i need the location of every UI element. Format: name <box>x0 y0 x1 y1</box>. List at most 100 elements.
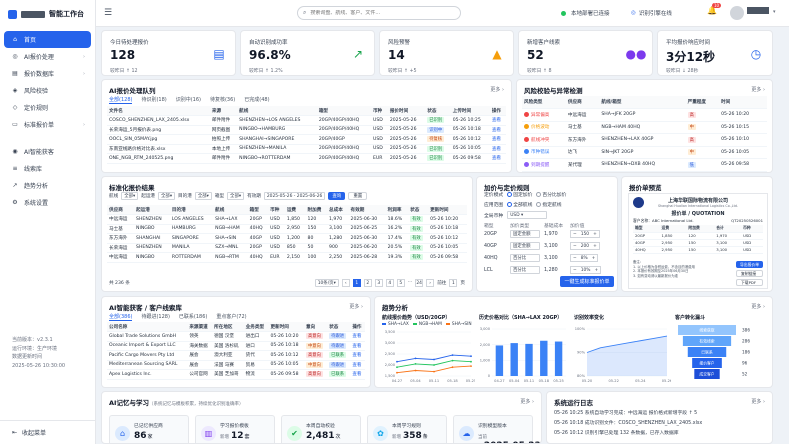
sidebar-item-5[interactable]: ▭ 标准报价单 › <box>4 116 91 133</box>
view-link[interactable]: 查看 <box>352 334 361 339</box>
kpi-card[interactable]: 自动识别成功率 96.8% 较昨日 ↑ 1.2% ↗ <box>240 30 375 76</box>
sidebar-item-8[interactable]: ↗ 趋势分析 <box>4 177 91 194</box>
kpi-card[interactable]: 平均报价响应时间 3分12秒 较昨日 ↓ 28秒 ◷ <box>657 30 773 76</box>
chevron-down-icon[interactable]: ▾ <box>773 9 776 15</box>
plus-icon[interactable]: + <box>591 244 599 249</box>
table-row[interactable]: 长荣海运_5月报价表.png 网页截图 NINGBO→HAMBURG 20GP/40G… <box>107 125 506 135</box>
view-link[interactable]: 查看 <box>492 147 501 152</box>
learning-card[interactable]: ✿ 本周学习规则 新增 358条 <box>367 415 447 443</box>
table-row[interactable]: 异常偏高 中远海运 SHA→JFK 20GP 高 05-26 10:20 <box>522 109 767 121</box>
table-row[interactable]: 东南亚线路价格对比表.xlsx 本地上传 SHENZHEN→MANILA 20GP/4… <box>107 144 506 154</box>
page-size-select[interactable]: 10条/页 ▾ <box>314 279 339 287</box>
minus-icon[interactable]: − <box>571 268 579 273</box>
plus-icon[interactable]: + <box>590 256 598 261</box>
table-row[interactable]: 20GP 1,850 120 1,970 USD <box>633 232 763 239</box>
page-button[interactable]: 5 <box>396 279 405 287</box>
rule-type-select[interactable]: 百分比 <box>510 254 540 262</box>
rule-type-select[interactable]: 固定金额 <box>510 242 540 250</box>
plus-icon[interactable]: + <box>591 232 599 237</box>
view-link[interactable]: 查看 <box>492 137 501 142</box>
currency-select[interactable]: USD ▾ <box>507 211 548 219</box>
view-link[interactable]: 查看 <box>492 128 501 133</box>
avatar[interactable] <box>730 6 744 20</box>
page-button[interactable]: 3 <box>374 279 383 287</box>
quote-action-button[interactable]: 下载PDF <box>736 279 763 286</box>
table-row[interactable]: Apex Logistics Inc. 公司官网 美国 芝加哥 物流 05-26 09:… <box>107 370 365 379</box>
table-row[interactable]: 到期提醒 某代理 SHENZHEN→DXB 40HQ 低 05-26 09:58 <box>522 159 767 171</box>
tab-2[interactable]: 识别中(16) <box>176 96 201 104</box>
mode-fixed-radio[interactable]: 固定加价 <box>507 191 532 198</box>
kpi-card[interactable]: 今日待处理报价 128 较昨日 ↑ 12 ▤ <box>101 30 236 76</box>
tab-3[interactable]: 重点客户(72) <box>216 313 246 321</box>
view-link[interactable]: 查看 <box>352 372 361 377</box>
mode-percent-radio[interactable]: 百分比加价 <box>536 191 566 198</box>
table-row[interactable]: 中远海运 NINGBO ROTTERDAM NGB→RTM 40HQ EUR 2,150 10… <box>107 253 467 262</box>
table-row[interactable]: Pacific Cargo Movers Pty Ltd 展会 澳大利亚 货代 05-2… <box>107 351 365 360</box>
rule-value-stepper[interactable]: −150 + <box>570 230 600 238</box>
rule-type-select[interactable]: 固定金额 <box>510 230 540 238</box>
logs-more-link[interactable]: 更多 › <box>751 398 765 405</box>
scope-specific-radio[interactable]: 指定航线 <box>536 201 562 208</box>
tab-0[interactable]: 全部(386) <box>109 313 133 321</box>
rule-type-select[interactable]: 百分比 <box>510 266 540 274</box>
tab-1[interactable]: 待识别(18) <box>141 96 166 104</box>
prev-page-button[interactable]: ‹ <box>341 279 350 287</box>
goto-input[interactable]: 1 <box>449 279 458 287</box>
tab-1[interactable]: 待跟进(128) <box>141 313 169 321</box>
sidebar-item-0[interactable]: ⌂ 首页 <box>4 31 91 48</box>
page-button[interactable]: 4 <box>385 279 394 287</box>
scope-all-radio[interactable]: 全部航线 <box>507 201 532 208</box>
learning-card[interactable]: ▥ 学习报价模板 新增 12套 <box>195 415 275 443</box>
tab-4[interactable]: 已完成(48) <box>244 96 269 104</box>
sidebar-item-3[interactable]: ◈ 风险校验 <box>4 82 91 99</box>
search-input[interactable] <box>310 10 451 16</box>
tab-2[interactable]: 已联系(186) <box>179 313 207 321</box>
username-mask[interactable] <box>747 7 769 14</box>
table-row[interactable]: COSCO_SHENZHEN_LAX_2405.xlsx 邮件附件 SHENZHEN… <box>107 116 506 125</box>
kpi-card[interactable]: 新增客户线索 52 较昨日 ↑ 8 ●● <box>518 30 653 76</box>
pod-filter-select[interactable]: 全部 ▾ <box>194 192 212 200</box>
learning-card[interactable]: ☁ 识别模型版本当前v2025.05.23 <box>453 415 541 443</box>
route-filter-select[interactable]: 全部 ▾ <box>121 192 139 200</box>
rule-value-stepper[interactable]: −10% + <box>570 266 602 274</box>
rule-value-stepper[interactable]: −8% + <box>570 254 599 262</box>
pol-filter-select[interactable]: 全部 ▾ <box>158 192 176 200</box>
table-row[interactable]: OOCL_SIN_05MAY.jpg 拍照上传 SHANGHAI→SINGAPORE… <box>107 135 506 144</box>
table-row[interactable]: 东方海外 SHANGHAI SINGAPORE SHA→SIN 40GP USD 1,200… <box>107 234 467 243</box>
sidebar-item-1[interactable]: ◎ AI报价处理 › <box>4 48 91 65</box>
view-link[interactable]: 查看 <box>352 353 361 358</box>
sidebar-item-7[interactable]: ≡ 线索库 <box>4 160 91 177</box>
leads-more-link[interactable]: 更多 › <box>349 303 363 310</box>
minus-icon[interactable]: − <box>571 232 579 237</box>
table-row[interactable]: 马士基 NINGBO HAMBURG NGB→HAM 40HQ USD 2,950 150 3,… <box>107 224 467 234</box>
menu-icon[interactable]: ☰ <box>104 8 112 18</box>
risk-more-link[interactable]: 更多 › <box>751 86 765 93</box>
reset-button[interactable]: 重置 <box>348 192 368 200</box>
table-row[interactable]: 长荣海运 SHENZHEN MANILA SZX→MNL 20GP USD 850 50 900… <box>107 243 467 253</box>
tab-0[interactable]: 全部(128) <box>109 96 133 104</box>
sidebar-item-4[interactable]: ◇ 定价规则 <box>4 99 91 116</box>
minus-icon[interactable]: − <box>571 256 579 261</box>
table-row[interactable]: 价格波动 马士基 NGB→HAM 40HQ 中 05-26 10:15 <box>522 121 767 134</box>
table-row[interactable]: 中远海运 SHENZHEN LOS ANGELES SHA→LAX 20GP USD 1,8… <box>107 215 467 224</box>
table-row[interactable]: Mediterranean Sourcing SARL 展会 法国 马赛 贸易 05-2… <box>107 360 365 370</box>
learning-card[interactable]: ✔ 本周自动校验 2,481次 <box>281 415 361 443</box>
kpi-card[interactable]: 风险预警 14 较昨日 ↑ +5 ▲ <box>379 30 514 76</box>
view-link[interactable]: 查看 <box>352 344 361 349</box>
sidebar-item-6[interactable]: ◉ AI智能获客 <box>4 143 91 160</box>
page-button[interactable]: 2 <box>363 279 372 287</box>
learning-card[interactable]: ⌂ 已记忆供应商 86家 <box>109 415 189 443</box>
view-link[interactable]: 查看 <box>352 363 361 368</box>
table-row[interactable]: 40GP 2,950 150 3,100 USD <box>633 239 763 246</box>
minus-icon[interactable]: − <box>571 244 579 249</box>
table-row[interactable]: 40HQ 2,950 150 3,100 USD <box>633 246 763 253</box>
sidebar-item-9[interactable]: ⚙ 系统设置 <box>4 194 91 211</box>
learning-more-link[interactable]: 更多 › <box>520 398 534 405</box>
box-filter-select[interactable]: 全部 ▾ <box>227 192 245 200</box>
table-row[interactable]: 币种错误 达飞 SIN→JKT 20GP 中 05-26 10:05 <box>522 146 767 159</box>
table-row[interactable]: ONE_NGB_RTM_240525.png 邮件附件 NINGBO→ROTTERD… <box>107 154 506 163</box>
table-row[interactable]: Oceanic Import & Export LLC 海关数据 美国 洛杉矶 进口 0… <box>107 341 365 351</box>
rule-value-stepper[interactable]: −200 + <box>570 242 600 250</box>
tab-3[interactable]: 待复核(36) <box>210 96 235 104</box>
view-link[interactable]: 查看 <box>492 118 501 123</box>
